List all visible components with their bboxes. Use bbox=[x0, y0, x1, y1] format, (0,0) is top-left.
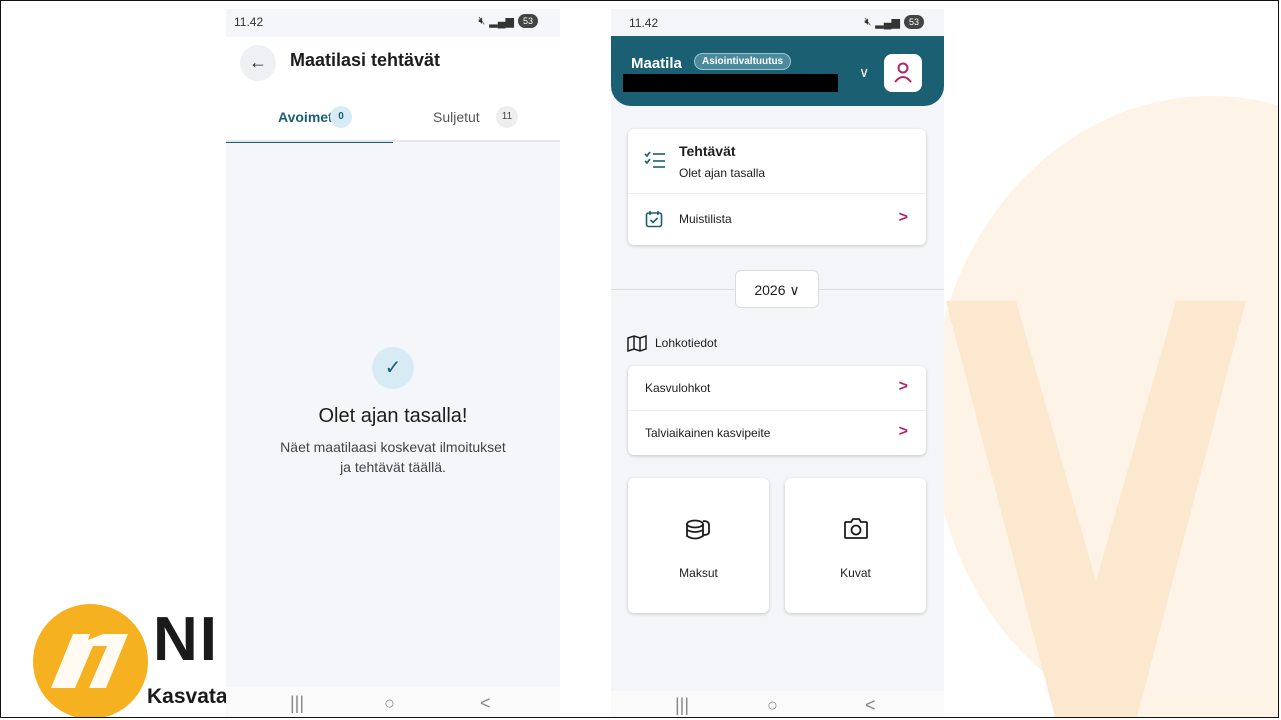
year-selector[interactable]: 2026 ∨ bbox=[735, 270, 819, 308]
signal-icon: ▂▄▆ bbox=[875, 16, 900, 29]
nav-back-button[interactable]: < bbox=[865, 695, 876, 716]
tab-label: Avoimet bbox=[278, 109, 333, 125]
status-bar: 11.42 🔇︎ ▂▄▆ 53 bbox=[226, 9, 560, 37]
chevron-right-icon: > bbox=[898, 209, 908, 226]
home-button[interactable]: ○ bbox=[384, 693, 395, 714]
checkmark-icon: ✓ bbox=[372, 347, 414, 389]
status-bar: 11.42 🔇︎ ▂▄▆ 53 bbox=[611, 9, 944, 36]
divider bbox=[226, 140, 560, 142]
tile-label: Maksut bbox=[679, 566, 718, 580]
profile-button[interactable] bbox=[884, 54, 922, 92]
user-icon bbox=[894, 62, 912, 83]
system-nav-bar: ||| ○ < bbox=[611, 691, 944, 717]
status-time: 11.42 bbox=[234, 15, 264, 29]
page-title: Maatilasi tehtävät bbox=[290, 50, 441, 70]
map-icon bbox=[627, 335, 647, 352]
chevron-right-icon: > bbox=[898, 378, 908, 395]
calendar-check-icon bbox=[645, 211, 663, 228]
tab-open[interactable]: Avoimet 0 bbox=[226, 103, 393, 143]
plot-item-growing[interactable]: Kasvulohkot > bbox=[628, 366, 926, 410]
plots-card: Kasvulohkot > Talviaikainen kasvipeite > bbox=[628, 366, 926, 455]
phone-screen-farm: 11.42 🔇︎ ▂▄▆ 53 Maatila Asiointivaltuutu… bbox=[611, 9, 944, 717]
system-nav-bar: ||| ○ < bbox=[226, 687, 560, 717]
camera-icon bbox=[844, 518, 868, 539]
brand-tagline: Kasvatar bbox=[147, 685, 236, 708]
empty-state-description: Näet maatilaasi koskevat ilmoitukset ja … bbox=[280, 439, 506, 475]
nav-back-button[interactable]: < bbox=[480, 693, 491, 714]
farm-label: Maatila bbox=[631, 55, 682, 72]
tile-label: Kuvat bbox=[840, 566, 871, 580]
checklist-label: Muistilista bbox=[679, 212, 732, 226]
plots-section-title: Lohkotiedot bbox=[655, 336, 718, 350]
recent-apps-button[interactable]: ||| bbox=[675, 695, 689, 716]
home-button[interactable]: ○ bbox=[767, 695, 778, 716]
mute-icon: 🔇︎ bbox=[478, 14, 486, 27]
recent-apps-button[interactable]: ||| bbox=[290, 693, 304, 714]
page-header: ← Maatilasi tehtävät Avoimet 0 Suljetut … bbox=[226, 37, 560, 143]
plot-item-label: Kasvulohkot bbox=[645, 381, 711, 395]
chevron-down-icon[interactable]: ∨ bbox=[859, 64, 869, 81]
brand-logo-mark bbox=[33, 604, 148, 717]
battery-icon: 53 bbox=[518, 14, 538, 28]
slide: NI Kasvatar 11.42 🔇︎ ▂▄▆ 53 ← Maatilasi … bbox=[0, 0, 1279, 718]
redacted-farm-name bbox=[623, 74, 838, 92]
plot-item-label: Talviaikainen kasvipeite bbox=[645, 426, 771, 440]
empty-state-title: Olet ajan tasalla! bbox=[318, 405, 468, 427]
coins-icon bbox=[686, 519, 710, 540]
phone-screen-tasks: 11.42 🔇︎ ▂▄▆ 53 ← Maatilasi tehtävät Avo… bbox=[226, 9, 560, 717]
plot-item-winter-cover[interactable]: Talviaikainen kasvipeite > bbox=[628, 411, 926, 455]
tasks-title: Tehtävät bbox=[679, 143, 736, 159]
farm-header: Maatila Asiointivaltuutus ∨ bbox=[611, 36, 944, 106]
signal-icon: ▂▄▆ bbox=[489, 15, 514, 28]
tab-label: Suljetut bbox=[433, 109, 480, 125]
chevron-right-icon: > bbox=[898, 423, 908, 440]
count-badge: 0 bbox=[330, 106, 352, 128]
task-list-icon bbox=[644, 151, 665, 168]
year-value: 2026 bbox=[754, 282, 786, 298]
photos-tile[interactable]: Kuvat bbox=[785, 478, 926, 613]
background-v-shape bbox=[946, 301, 1246, 717]
count-badge: 11 bbox=[496, 106, 518, 128]
mute-icon: 🔇︎ bbox=[864, 15, 872, 28]
tasks-card: Tehtävät Olet ajan tasalla Muistilista > bbox=[628, 129, 926, 245]
back-button[interactable]: ← bbox=[240, 45, 276, 81]
status-time: 11.42 bbox=[629, 16, 659, 30]
payments-tile[interactable]: Maksut bbox=[628, 478, 769, 613]
checklist-row[interactable]: Muistilista > bbox=[628, 194, 926, 245]
tasks-status: Olet ajan tasalla bbox=[679, 166, 766, 180]
arrow-left-icon: ← bbox=[249, 52, 267, 72]
authorization-badge: Asiointivaltuutus bbox=[694, 53, 792, 70]
tab-closed[interactable]: Suljetut 11 bbox=[393, 103, 560, 141]
brand-logo-text: NI bbox=[153, 605, 219, 674]
chevron-down-icon: ∨ bbox=[789, 282, 800, 298]
battery-icon: 53 bbox=[904, 15, 924, 29]
